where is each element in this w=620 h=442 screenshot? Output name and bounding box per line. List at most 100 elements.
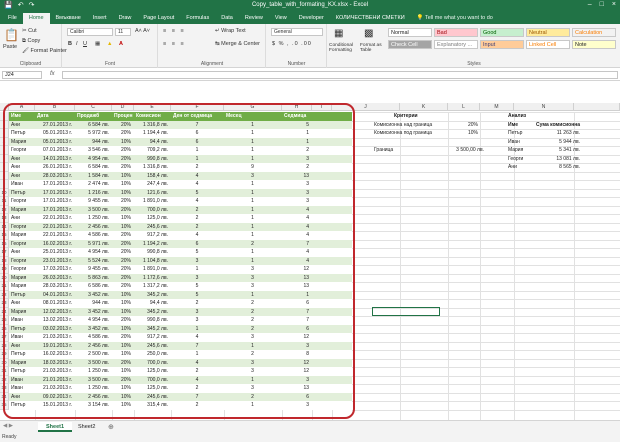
analysis-header[interactable]: Сума комисионна — [536, 122, 580, 128]
cell-style-8[interactable]: Input — [480, 40, 524, 49]
criteria-label[interactable]: Комисионна под граница — [374, 130, 432, 136]
bold-icon[interactable]: B — [68, 41, 72, 47]
merge-center-button[interactable]: ↹ Merge & Center — [215, 41, 260, 47]
conditional-formatting-icon[interactable]: ▦ — [334, 28, 343, 39]
tab-file[interactable]: File — [2, 13, 23, 24]
analysis-value[interactable]: 5 944 лв. — [536, 139, 580, 145]
analysis-name[interactable]: Иван — [508, 139, 520, 145]
tab-review[interactable]: Review — [239, 13, 269, 24]
sheet-tab-sheet2[interactable]: Sheet2 — [70, 422, 103, 432]
criteria-label[interactable]: Комисионна над граница — [374, 122, 432, 128]
cell-style-9[interactable]: Linked Cell — [526, 40, 570, 49]
column-header-m[interactable]: M — [480, 103, 514, 111]
font-label: Font — [104, 61, 115, 67]
grid-row-line — [352, 197, 620, 198]
analysis-value[interactable]: 8 565 лв. — [536, 164, 580, 170]
cell-style-2[interactable]: Bad — [434, 28, 478, 37]
maximize-icon[interactable]: □ — [600, 1, 604, 8]
cell-style-1[interactable]: Normal — [388, 28, 432, 37]
sheet-nav-arrows[interactable]: ◀ ▶ — [3, 423, 13, 429]
copy-icon: ⧉ — [22, 38, 26, 44]
align-top-icons[interactable]: ≡ ≡ ≡ — [163, 28, 186, 34]
brush-icon: 🖌 — [22, 48, 29, 54]
italic-icon[interactable]: I — [76, 41, 78, 47]
grid-row-line — [352, 299, 620, 300]
format-as-table-button[interactable]: Format as Table — [360, 43, 386, 53]
column-header-l[interactable]: L — [448, 103, 480, 111]
borders-icon[interactable]: ▦ — [95, 41, 100, 47]
analysis-value[interactable]: 13 081 лв. — [536, 156, 580, 162]
cell-style-6[interactable]: Check Cell — [388, 40, 432, 49]
minimize-icon[interactable]: – — [588, 1, 592, 8]
analysis-header[interactable]: Име — [508, 122, 518, 128]
currency-percent-icons[interactable]: $ % , .0 .00 — [272, 41, 312, 47]
sheet-tab-sheet1[interactable]: Sheet1 — [38, 422, 73, 432]
worksheet[interactable]: ABCDEFGHIJKLMN 1 2 3 4 5 6 7 8 9 10 11 12 13 14 15 16 17… — [0, 103, 620, 420]
cut-icon: ✂ — [22, 28, 27, 34]
paste-button[interactable]: Paste — [3, 44, 17, 50]
grid-row-line — [352, 239, 620, 241]
cell-style-3[interactable]: Good — [480, 28, 524, 37]
analysis-name[interactable]: Георги — [508, 156, 523, 162]
analysis-title[interactable]: Анализ — [508, 113, 526, 119]
font-color-icon[interactable]: A — [119, 41, 123, 47]
fx-icon[interactable]: fx — [50, 71, 55, 77]
cell-style-5[interactable]: Calculation — [572, 28, 616, 37]
grid-row-line — [352, 341, 620, 343]
cut-button[interactable]: ✂ Cut — [22, 28, 37, 34]
cell-style-4[interactable]: Neutral — [526, 28, 570, 37]
format-as-table-icon[interactable]: ▩ — [364, 28, 373, 39]
tab-formulas[interactable]: Formulas — [180, 13, 215, 24]
styles-group: ▦ Conditional Formatting ▩ Format as Tab… — [328, 24, 620, 68]
tab-view[interactable]: View — [269, 13, 293, 24]
format-painter-button[interactable]: 🖌 Format Painter — [22, 48, 67, 54]
underline-icon[interactable]: U — [83, 41, 87, 47]
align-left-icons[interactable]: ≡ ≡ ≡ — [163, 41, 186, 47]
grid-row-line — [352, 188, 620, 190]
alignment-group: ≡ ≡ ≡ ≡ ≡ ≡ ↵ Wrap Text ↹ Merge & Center… — [159, 24, 266, 68]
name-box[interactable]: J24 — [2, 71, 42, 79]
add-sheet-icon[interactable]: ⊕ — [108, 423, 114, 431]
analysis-name[interactable]: Петър — [508, 130, 522, 136]
conditional-formatting-button[interactable]: Conditional Formatting — [329, 43, 359, 53]
tab-developer[interactable]: Developer — [293, 13, 330, 24]
column-header-k[interactable]: K — [400, 103, 448, 111]
cell-style-10[interactable]: Note — [572, 40, 616, 49]
analysis-value[interactable]: 5 341 лв. — [536, 147, 580, 153]
criteria-label[interactable]: Граница — [374, 147, 393, 153]
tab-vmakvane[interactable]: Вмъкване — [50, 13, 87, 24]
close-icon[interactable]: × — [612, 1, 616, 8]
formula-input[interactable] — [62, 71, 618, 79]
tab-insert[interactable]: Insert — [87, 13, 113, 24]
tab-home[interactable]: Home — [22, 13, 50, 24]
tab-kolichestveni-smetki[interactable]: КОЛИЧЕСТВЕНИ СМЕТКИ — [330, 13, 411, 24]
column-header-n[interactable]: N — [514, 103, 574, 111]
criteria-value[interactable]: 20% — [440, 122, 478, 128]
font-name-select[interactable]: Calibri — [67, 28, 113, 36]
font-group: Calibri 11 A˄ A˅ B I U ▦ ▲ A Font — [63, 24, 158, 68]
tab-data[interactable]: Data — [215, 13, 239, 24]
grid-row-line — [352, 180, 620, 181]
criteria-title[interactable]: Критерии — [394, 113, 418, 119]
paste-icon[interactable]: 📋 — [4, 28, 19, 42]
tab-page-layout[interactable]: Page Layout — [137, 13, 180, 24]
analysis-name[interactable]: Ани — [508, 164, 517, 170]
cell-style-7[interactable]: Explanatory ... — [434, 40, 478, 49]
wrap-text-button[interactable]: ↵ Wrap Text — [215, 28, 246, 34]
active-cell-selection[interactable] — [372, 307, 440, 316]
criteria-value[interactable]: 3 500,00 лв. — [440, 147, 484, 153]
criteria-value[interactable]: 10% — [440, 130, 478, 136]
number-format-select[interactable]: General — [271, 28, 323, 36]
fill-color-icon[interactable]: ▲ — [107, 41, 112, 47]
analysis-name[interactable]: Мария — [508, 147, 523, 153]
grid-row-line — [352, 205, 620, 207]
wrap-text-label: Wrap Text — [221, 28, 246, 34]
grow-font-icon[interactable]: A˄ A˅ — [135, 28, 150, 34]
tab-draw[interactable]: Draw — [113, 13, 138, 24]
analysis-value[interactable]: 11 263 лв. — [536, 130, 580, 136]
font-size-select[interactable]: 11 — [115, 28, 131, 36]
merge-center-label: Merge & Center — [221, 41, 260, 47]
format-painter-label: Format Painter — [30, 48, 67, 54]
tell-me-box[interactable]: 💡 Tell me what you want to do — [417, 13, 493, 24]
copy-button[interactable]: ⧉ Copy — [22, 38, 40, 45]
